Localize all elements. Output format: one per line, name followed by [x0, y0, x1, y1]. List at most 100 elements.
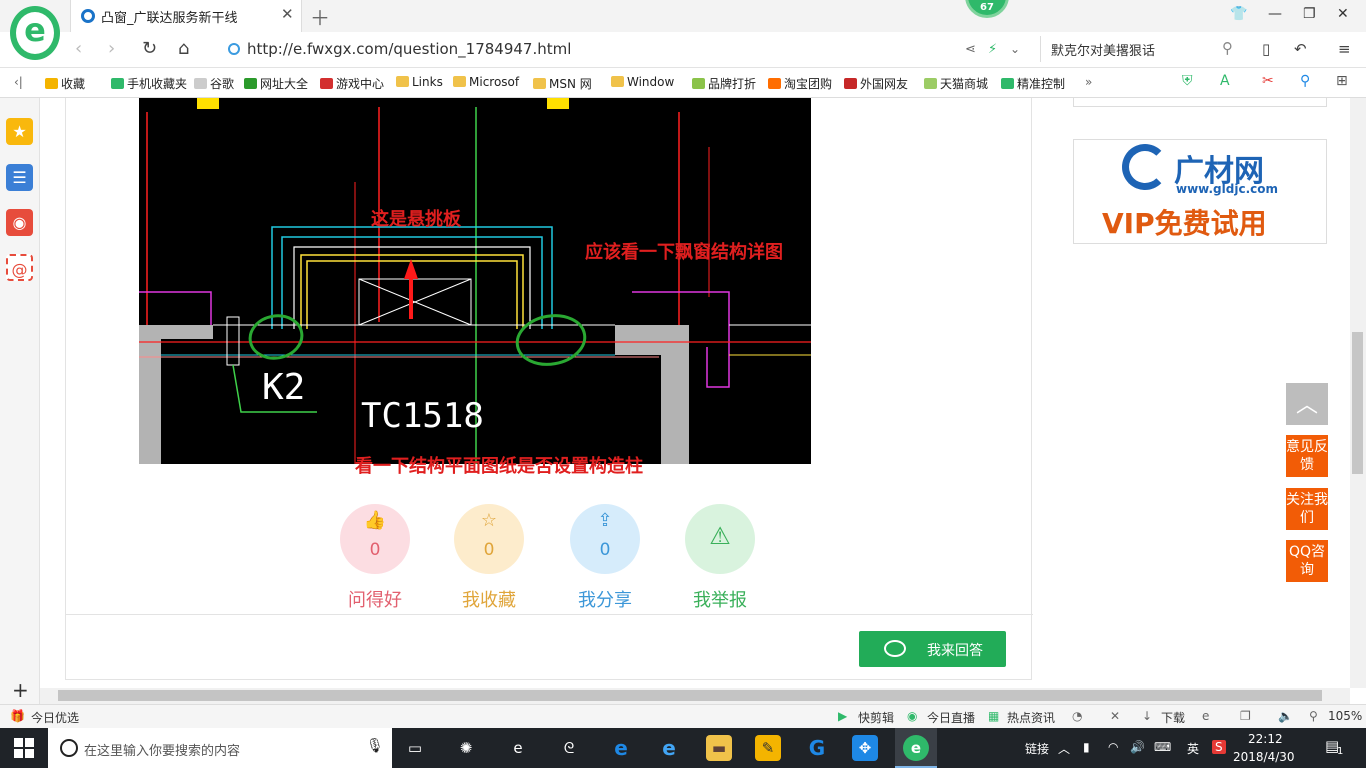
more-bookmarks-icon[interactable]: » [1085, 75, 1092, 89]
swirl-app-icon[interactable]: ᘓ [556, 735, 582, 761]
wifi-icon[interactable]: ◠ [1108, 740, 1118, 754]
translate-icon[interactable]: A [1220, 73, 1230, 89]
taskbar-search-input[interactable]: 在这里输入你要搜索的内容 [84, 740, 240, 759]
follow-us-button[interactable]: 关注我们 [1286, 488, 1328, 530]
menu-icon[interactable]: ≡ [1338, 40, 1351, 58]
file-explorer-icon[interactable]: ▬ [706, 735, 732, 761]
tools-icon[interactable]: ✕ [1110, 709, 1120, 723]
bookmark-item[interactable]: 品牌打折 [692, 75, 756, 92]
site-security-icon[interactable] [228, 43, 240, 55]
microphone-icon[interactable]: 🎙 [366, 738, 384, 754]
restore-button[interactable]: ❐ [1303, 6, 1316, 22]
keyboard-icon[interactable]: ⌨ [1154, 740, 1171, 754]
bookmark-folder[interactable]: MSN 网 [533, 75, 592, 92]
collect-button[interactable]: ☆ 0 我收藏 [454, 504, 524, 612]
undo-icon[interactable]: ↶ [1294, 40, 1307, 58]
ie-app-icon[interactable]: e [505, 735, 531, 761]
tray-link-label[interactable]: 链接 [1025, 740, 1049, 757]
vertical-scroll-thumb[interactable] [1352, 332, 1363, 474]
bookmark-folder[interactable]: Links [396, 75, 443, 89]
shield-icon[interactable]: ⛨ [1182, 73, 1193, 89]
clock-time[interactable]: 22:12 [1248, 732, 1283, 746]
ie-mode-icon[interactable]: e [1202, 709, 1209, 723]
forward-icon[interactable]: › [108, 38, 115, 59]
find-icon[interactable]: ⚲ [1300, 73, 1310, 89]
horizontal-scroll-thumb[interactable] [58, 690, 1322, 701]
news-link[interactable]: 热点资讯 [1007, 709, 1055, 726]
feedback-button[interactable]: 意见反馈 [1286, 435, 1328, 477]
minimize-button[interactable]: — [1268, 6, 1282, 22]
screenshot-icon[interactable]: ✂ [1262, 73, 1274, 89]
report-button[interactable]: ⚠ 我举报 [685, 504, 755, 612]
bookmark-item[interactable]: 谷歌 [194, 75, 234, 92]
chevron-down-icon[interactable]: ⌄ [1010, 42, 1020, 56]
browser-logo-icon[interactable]: e [10, 6, 60, 60]
live-link[interactable]: 今日直播 [927, 709, 975, 726]
zoom-icon[interactable]: ⚲ [1309, 709, 1318, 723]
edge-icon[interactable]: e [608, 735, 634, 761]
bookmark-item[interactable]: 精准控制 [1001, 75, 1065, 92]
notes-app-icon[interactable]: ✎ [755, 735, 781, 761]
mail-icon[interactable]: @ [6, 254, 33, 281]
share-page-icon[interactable]: ⋖ [965, 42, 976, 57]
collapse-sidebar-icon[interactable]: ‹| [14, 75, 23, 89]
taskbar-search-box[interactable]: 在这里输入你要搜索的内容 🎙 [48, 728, 392, 768]
refresh-icon[interactable]: ↻ [142, 38, 157, 59]
gift-icon[interactable]: 🎁 [10, 709, 25, 723]
browser-tab[interactable]: 凸窗_广联达服务新干线 ✕ [70, 0, 302, 32]
active-app-highlight[interactable]: e [895, 728, 937, 768]
back-icon[interactable]: ‹ [75, 38, 82, 59]
share-button[interactable]: ⇪ 0 我分享 [570, 504, 640, 612]
gldjc-ad-banner[interactable]: 广材网 www.gldjc.com VIP免费试用 [1073, 139, 1327, 244]
volume-icon[interactable]: 🔊 [1130, 740, 1145, 754]
back-to-top-button[interactable]: ︿ [1286, 383, 1328, 425]
search-box[interactable]: 默克尔对美撂狠话 ⚲ [1040, 36, 1245, 62]
url-field[interactable]: http://e.fwxgx.com/question_1784947.html [247, 40, 571, 58]
new-tab-button[interactable]: ＋ [310, 2, 330, 31]
favorites-star-icon[interactable]: ★ [6, 118, 33, 145]
pinwheel-app-icon[interactable]: ✺ [453, 735, 479, 761]
mobile-icon[interactable]: ▯ [1262, 40, 1270, 58]
battery-icon[interactable]: ▮ [1083, 740, 1090, 754]
download-link[interactable]: 下载 [1161, 709, 1185, 726]
task-view-icon[interactable]: ▭ [402, 735, 428, 761]
skin-icon[interactable]: 👕 [1230, 6, 1247, 22]
internet-explorer-icon[interactable]: e [656, 735, 682, 761]
reader-icon[interactable]: ☰ [6, 164, 33, 191]
windows-start-icon[interactable] [14, 738, 34, 758]
tray-chevron-up-icon[interactable]: ︿ [1058, 740, 1070, 757]
like-button[interactable]: 👍 0 问得好 [340, 504, 410, 612]
browser-score-badge[interactable]: 67 [965, 0, 1009, 18]
daily-picks-link[interactable]: 今日优选 [31, 709, 79, 726]
search-input[interactable]: 默克尔对美撂狠话 [1051, 40, 1155, 59]
zoom-level[interactable]: 105% [1328, 709, 1362, 723]
bookmark-item[interactable]: 外国网友 [844, 75, 908, 92]
remote-app-icon[interactable]: ✥ [852, 735, 878, 761]
bookmark-folder[interactable]: Window [611, 75, 674, 89]
quick-clip-link[interactable]: 快剪辑 [858, 709, 894, 726]
add-sidebar-icon[interactable]: + [12, 678, 29, 702]
speed-icon[interactable]: ◔ [1072, 709, 1082, 723]
speed-mode-icon[interactable]: ⚡ [988, 42, 997, 57]
answer-button[interactable]: 我来回答 [859, 631, 1006, 667]
apps-icon[interactable]: ⊞ [1336, 73, 1348, 89]
bookmark-item[interactable]: 天猫商城 [924, 75, 988, 92]
window-icon[interactable]: ❐ [1240, 709, 1251, 723]
home-icon[interactable]: ⌂ [178, 38, 189, 59]
close-tab-icon[interactable]: ✕ [281, 5, 294, 23]
search-icon[interactable]: ⚲ [1222, 39, 1233, 57]
bookmark-item[interactable]: 网址大全 [244, 75, 308, 92]
bookmark-folder[interactable]: Microsof [453, 75, 519, 89]
glodon-app-icon[interactable]: G [804, 735, 830, 761]
sogou-ime-icon[interactable]: S [1212, 740, 1226, 754]
bookmark-item[interactable]: 游戏中心 [320, 75, 384, 92]
clock-date[interactable]: 2018/4/30 [1233, 750, 1295, 764]
qq-consult-button[interactable]: QQ咨询 [1286, 540, 1328, 582]
bookmark-item[interactable]: 手机收藏夹 [111, 75, 187, 92]
ime-mode[interactable]: 英 [1187, 740, 1199, 757]
bookmark-item[interactable]: 收藏 [45, 75, 85, 92]
close-window-button[interactable]: ✕ [1337, 6, 1349, 22]
weibo-icon[interactable]: ◉ [6, 209, 33, 236]
sound-icon[interactable]: 🔈 [1278, 709, 1293, 723]
bookmark-item[interactable]: 淘宝团购 [768, 75, 832, 92]
